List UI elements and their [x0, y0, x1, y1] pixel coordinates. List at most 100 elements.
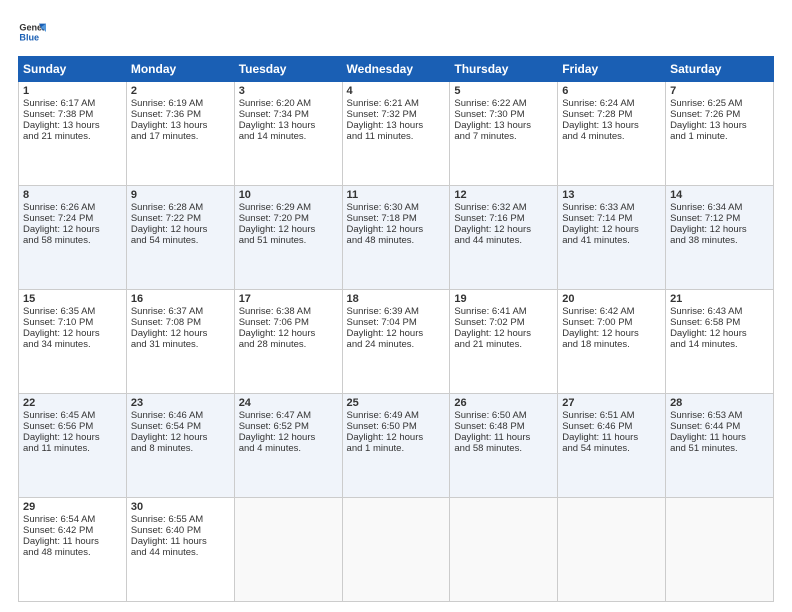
day-info-line: Daylight: 12 hours [23, 224, 122, 235]
day-info-line: Daylight: 12 hours [239, 328, 338, 339]
day-info-line: Sunset: 6:58 PM [670, 317, 769, 328]
day-number: 9 [131, 189, 230, 201]
day-info-line: Sunset: 6:56 PM [23, 421, 122, 432]
day-info-line: Sunrise: 6:45 AM [23, 410, 122, 421]
day-info-line: Sunset: 6:50 PM [347, 421, 446, 432]
day-info-line: Sunrise: 6:37 AM [131, 306, 230, 317]
day-info-line: Daylight: 12 hours [23, 328, 122, 339]
day-number: 19 [454, 293, 553, 305]
day-number: 2 [131, 85, 230, 97]
day-info-line: Daylight: 13 hours [23, 120, 122, 131]
day-info-line: Sunrise: 6:30 AM [347, 202, 446, 213]
calendar-cell [342, 498, 450, 602]
day-info-line: Sunrise: 6:55 AM [131, 514, 230, 525]
logo: General Blue [18, 18, 46, 46]
day-info-line: Daylight: 11 hours [670, 432, 769, 443]
day-info-line: Sunrise: 6:17 AM [23, 98, 122, 109]
day-info-line: Sunset: 7:00 PM [562, 317, 661, 328]
day-info-line: Sunrise: 6:39 AM [347, 306, 446, 317]
calendar-cell [234, 498, 342, 602]
day-number: 16 [131, 293, 230, 305]
day-info-line: Sunrise: 6:42 AM [562, 306, 661, 317]
logo-icon: General Blue [18, 18, 46, 46]
day-info-line: Sunset: 7:08 PM [131, 317, 230, 328]
day-info-line: and 44 minutes. [131, 547, 230, 558]
day-info-line: and 51 minutes. [670, 443, 769, 454]
day-info-line: Sunset: 7:10 PM [23, 317, 122, 328]
day-info-line: Sunrise: 6:24 AM [562, 98, 661, 109]
day-number: 28 [670, 397, 769, 409]
day-info-line: Daylight: 12 hours [670, 224, 769, 235]
calendar-week-row: 22Sunrise: 6:45 AMSunset: 6:56 PMDayligh… [19, 394, 774, 498]
calendar-cell: 2Sunrise: 6:19 AMSunset: 7:36 PMDaylight… [126, 82, 234, 186]
weekday-header-wednesday: Wednesday [342, 57, 450, 82]
day-info-line: and 38 minutes. [670, 235, 769, 246]
day-info-line: and 44 minutes. [454, 235, 553, 246]
day-info-line: Daylight: 13 hours [131, 120, 230, 131]
day-info-line: and 54 minutes. [131, 235, 230, 246]
day-number: 29 [23, 501, 122, 513]
calendar-cell: 7Sunrise: 6:25 AMSunset: 7:26 PMDaylight… [666, 82, 774, 186]
day-info-line: Daylight: 12 hours [670, 328, 769, 339]
calendar-week-row: 15Sunrise: 6:35 AMSunset: 7:10 PMDayligh… [19, 290, 774, 394]
day-info-line: Sunrise: 6:46 AM [131, 410, 230, 421]
day-info-line: Sunrise: 6:54 AM [23, 514, 122, 525]
calendar-cell: 10Sunrise: 6:29 AMSunset: 7:20 PMDayligh… [234, 186, 342, 290]
calendar-cell: 3Sunrise: 6:20 AMSunset: 7:34 PMDaylight… [234, 82, 342, 186]
svg-text:Blue: Blue [19, 32, 39, 42]
day-info-line: Sunrise: 6:43 AM [670, 306, 769, 317]
calendar-cell: 19Sunrise: 6:41 AMSunset: 7:02 PMDayligh… [450, 290, 558, 394]
calendar-week-row: 29Sunrise: 6:54 AMSunset: 6:42 PMDayligh… [19, 498, 774, 602]
calendar-week-row: 1Sunrise: 6:17 AMSunset: 7:38 PMDaylight… [19, 82, 774, 186]
calendar-cell [450, 498, 558, 602]
day-info-line: Sunset: 7:18 PM [347, 213, 446, 224]
day-info-line: Daylight: 12 hours [562, 328, 661, 339]
calendar-cell: 24Sunrise: 6:47 AMSunset: 6:52 PMDayligh… [234, 394, 342, 498]
day-number: 30 [131, 501, 230, 513]
day-info-line: Sunrise: 6:38 AM [239, 306, 338, 317]
day-info-line: Daylight: 13 hours [454, 120, 553, 131]
calendar-cell: 12Sunrise: 6:32 AMSunset: 7:16 PMDayligh… [450, 186, 558, 290]
weekday-header-tuesday: Tuesday [234, 57, 342, 82]
day-number: 15 [23, 293, 122, 305]
day-info-line: and 41 minutes. [562, 235, 661, 246]
day-info-line: and 21 minutes. [23, 131, 122, 142]
day-info-line: Daylight: 12 hours [23, 432, 122, 443]
day-info-line: and 24 minutes. [347, 339, 446, 350]
day-info-line: Sunset: 7:12 PM [670, 213, 769, 224]
day-info-line: Sunset: 7:16 PM [454, 213, 553, 224]
calendar-cell: 20Sunrise: 6:42 AMSunset: 7:00 PMDayligh… [558, 290, 666, 394]
day-info-line: Daylight: 12 hours [562, 224, 661, 235]
day-info-line: Sunset: 7:14 PM [562, 213, 661, 224]
day-info-line: Daylight: 13 hours [347, 120, 446, 131]
day-info-line: Sunset: 6:48 PM [454, 421, 553, 432]
calendar-cell: 18Sunrise: 6:39 AMSunset: 7:04 PMDayligh… [342, 290, 450, 394]
day-info-line: Sunset: 6:46 PM [562, 421, 661, 432]
day-info-line: Sunrise: 6:28 AM [131, 202, 230, 213]
day-number: 20 [562, 293, 661, 305]
day-info-line: Daylight: 11 hours [454, 432, 553, 443]
day-info-line: Sunset: 7:26 PM [670, 109, 769, 120]
day-number: 6 [562, 85, 661, 97]
day-info-line: and 48 minutes. [23, 547, 122, 558]
day-info-line: Daylight: 12 hours [131, 328, 230, 339]
day-info-line: Sunset: 7:28 PM [562, 109, 661, 120]
day-info-line: Sunrise: 6:19 AM [131, 98, 230, 109]
calendar-table: SundayMondayTuesdayWednesdayThursdayFrid… [18, 56, 774, 602]
day-number: 23 [131, 397, 230, 409]
day-number: 10 [239, 189, 338, 201]
calendar-cell: 16Sunrise: 6:37 AMSunset: 7:08 PMDayligh… [126, 290, 234, 394]
calendar-cell: 26Sunrise: 6:50 AMSunset: 6:48 PMDayligh… [450, 394, 558, 498]
day-info-line: Daylight: 11 hours [562, 432, 661, 443]
day-info-line: Sunrise: 6:34 AM [670, 202, 769, 213]
day-number: 18 [347, 293, 446, 305]
day-info-line: and 51 minutes. [239, 235, 338, 246]
day-info-line: Sunset: 7:04 PM [347, 317, 446, 328]
day-number: 13 [562, 189, 661, 201]
day-info-line: Sunset: 6:54 PM [131, 421, 230, 432]
day-number: 8 [23, 189, 122, 201]
day-info-line: Sunrise: 6:21 AM [347, 98, 446, 109]
day-info-line: Daylight: 11 hours [131, 536, 230, 547]
day-info-line: and 11 minutes. [23, 443, 122, 454]
day-info-line: Sunrise: 6:33 AM [562, 202, 661, 213]
